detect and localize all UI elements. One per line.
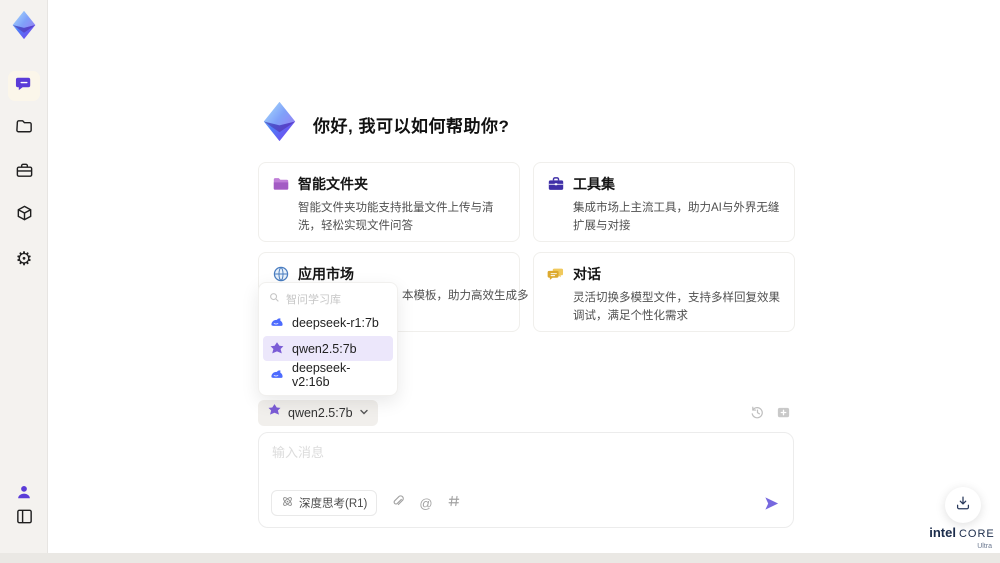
deepseek-whale-icon <box>269 315 285 331</box>
chevron-down-icon <box>359 404 369 422</box>
model-option-label: qwen2.5:7b <box>292 341 357 356</box>
sidebar-item-chat[interactable] <box>8 71 40 101</box>
gear-icon: ⚙ <box>15 248 33 270</box>
model-dropdown: 智问学习库 deepseek-r1:7b qwen2.5:7b deepseek… <box>258 282 398 396</box>
deep-think-toggle[interactable]: 深度思考(R1) <box>271 490 378 516</box>
model-dropdown-header: 智问学习库 <box>259 288 397 309</box>
history-button[interactable] <box>750 405 765 420</box>
at-sign-icon: @ <box>419 495 433 511</box>
cube-icon <box>15 204 34 228</box>
model-option-qwen[interactable]: qwen2.5:7b <box>263 336 393 361</box>
sidebar-item-folders[interactable] <box>8 114 40 144</box>
yellow-chat-icon <box>547 265 565 283</box>
sidebar-item-panel-toggle[interactable] <box>8 504 40 534</box>
model-option-label: deepseek-v2:16b <box>292 360 351 389</box>
briefcase-icon <box>15 161 34 185</box>
qwen-logo-icon <box>269 341 285 357</box>
page-title: 你好, 我可以如何帮助你? <box>313 117 510 136</box>
send-button[interactable] <box>763 495 780 512</box>
card-description: 灵活切换多模型文件，支持多样回复效果调试，满足个性化需求 <box>573 292 780 322</box>
card-description-partial: 本模板，助力高效生成多 <box>402 290 528 302</box>
purple-folder-icon <box>272 175 290 193</box>
attach-file-button[interactable] <box>391 494 405 513</box>
search-icon <box>269 292 280 306</box>
commands-button[interactable] <box>447 494 461 513</box>
sidebar-item-settings[interactable]: ⚙ <box>8 244 40 274</box>
message-input[interactable] <box>272 442 777 490</box>
sidebar-item-apps[interactable] <box>8 201 40 231</box>
intel-brand-text: intel <box>929 525 956 540</box>
paperclip-icon <box>391 494 405 513</box>
model-selector-label: qwen2.5:7b <box>288 406 353 420</box>
panel-layout-icon <box>15 507 34 531</box>
atom-icon <box>281 495 294 511</box>
app-logo-icon <box>7 8 41 42</box>
model-dropdown-header-label: 智问学习库 <box>286 293 341 306</box>
model-option-deepseek-r1[interactable]: deepseek-r1:7b <box>263 310 393 335</box>
card-title: 应用市场 <box>298 266 354 282</box>
app-market-globe-icon <box>272 265 290 283</box>
briefcase-icon <box>547 175 565 193</box>
window-bottom-edge <box>0 553 1000 563</box>
app-window: ⚙ 你好, 我可以如何帮助你? 智能文件夹 智能文件夹功能支持批量文件上传与清洗… <box>0 0 1000 563</box>
model-option-label: deepseek-r1:7b <box>292 315 379 330</box>
intel-product-text: core <box>958 528 995 540</box>
download-button[interactable] <box>945 487 981 523</box>
sidebar: ⚙ <box>0 0 48 563</box>
card-description: 智能文件夹功能支持批量文件上传与清洗，轻松实现文件问答 <box>298 202 494 232</box>
card-conversation[interactable]: 对话 灵活切换多模型文件，支持多样回复效果调试，满足个性化需求 <box>533 252 795 332</box>
deep-think-label: 深度思考(R1) <box>299 498 368 510</box>
model-option-deepseek-v2[interactable]: deepseek-v2:16b <box>263 360 393 389</box>
intel-tier-text: Ultra <box>977 543 992 550</box>
sidebar-item-toolbox[interactable] <box>8 158 40 188</box>
model-selector-button[interactable]: qwen2.5:7b <box>258 400 378 426</box>
intel-core-badge: intel core Ultra <box>926 524 998 550</box>
card-description: 集成市场上主流工具，助力AI与外界无缝扩展与对接 <box>573 202 780 232</box>
deepseek-whale-icon <box>269 367 285 383</box>
greeting-logo-icon <box>256 98 303 145</box>
new-chat-button[interactable] <box>776 405 791 420</box>
card-smart-folder[interactable]: 智能文件夹 智能文件夹功能支持批量文件上传与清洗，轻松实现文件问答 <box>258 162 520 242</box>
card-title: 智能文件夹 <box>298 176 368 192</box>
folder-icon <box>15 117 34 141</box>
chat-bubble-icon <box>15 74 34 98</box>
card-title: 工具集 <box>573 176 615 192</box>
hash-grid-icon <box>447 494 461 513</box>
chat-input-panel: 深度思考(R1) @ <box>258 432 794 528</box>
qwen-logo-icon <box>267 403 282 423</box>
card-title: 对话 <box>573 266 601 282</box>
person-icon <box>15 483 33 506</box>
card-toolset[interactable]: 工具集 集成市场上主流工具，助力AI与外界无缝扩展与对接 <box>533 162 795 242</box>
mention-button[interactable]: @ <box>419 497 432 510</box>
download-icon <box>954 494 972 517</box>
